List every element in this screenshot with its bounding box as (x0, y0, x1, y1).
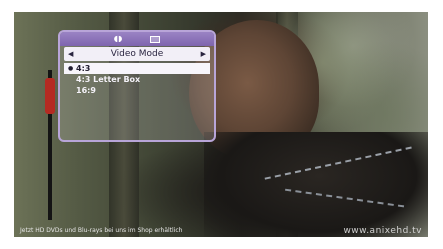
selected-bullet-icon: ● (68, 64, 74, 72)
option-label: 4:3 (76, 63, 91, 73)
video-mode-menu: ◖◗ ◀ Video Mode ▶ ● 4:3 4:3 Letter Box 1… (58, 30, 216, 142)
menu-title-bar: ◀ Video Mode ▶ (64, 47, 210, 61)
left-arrow-icon[interactable]: ◀ (68, 49, 73, 59)
menu-icon-bar: ◖◗ (60, 32, 214, 46)
menu-option-4-3-letter-box[interactable]: 4:3 Letter Box (64, 74, 210, 85)
bottom-ticker: Jetzt HD DVDs und Blu-rays bei uns im Sh… (14, 225, 428, 237)
audio-icon[interactable]: ◖◗ (114, 34, 122, 44)
channel-url: www.anixehd.tv (343, 226, 422, 236)
figure-body (204, 132, 428, 237)
option-label: 16:9 (76, 85, 96, 95)
menu-option-4-3[interactable]: ● 4:3 (64, 63, 210, 74)
subtitle-box-icon[interactable] (150, 35, 161, 43)
menu-option-16-9[interactable]: 16:9 (64, 85, 210, 96)
menu-title: Video Mode (110, 49, 164, 59)
ticker-text: Jetzt HD DVDs und Blu-rays bei uns im Sh… (20, 227, 183, 234)
menu-options: ● 4:3 4:3 Letter Box 16:9 (60, 62, 214, 97)
right-arrow-icon[interactable]: ▶ (201, 49, 206, 59)
radio-antenna-tip (45, 78, 55, 114)
option-label: 4:3 Letter Box (76, 74, 141, 84)
tv-screen: ◖◗ ◀ Video Mode ▶ ● 4:3 4:3 Letter Box 1… (0, 0, 443, 249)
